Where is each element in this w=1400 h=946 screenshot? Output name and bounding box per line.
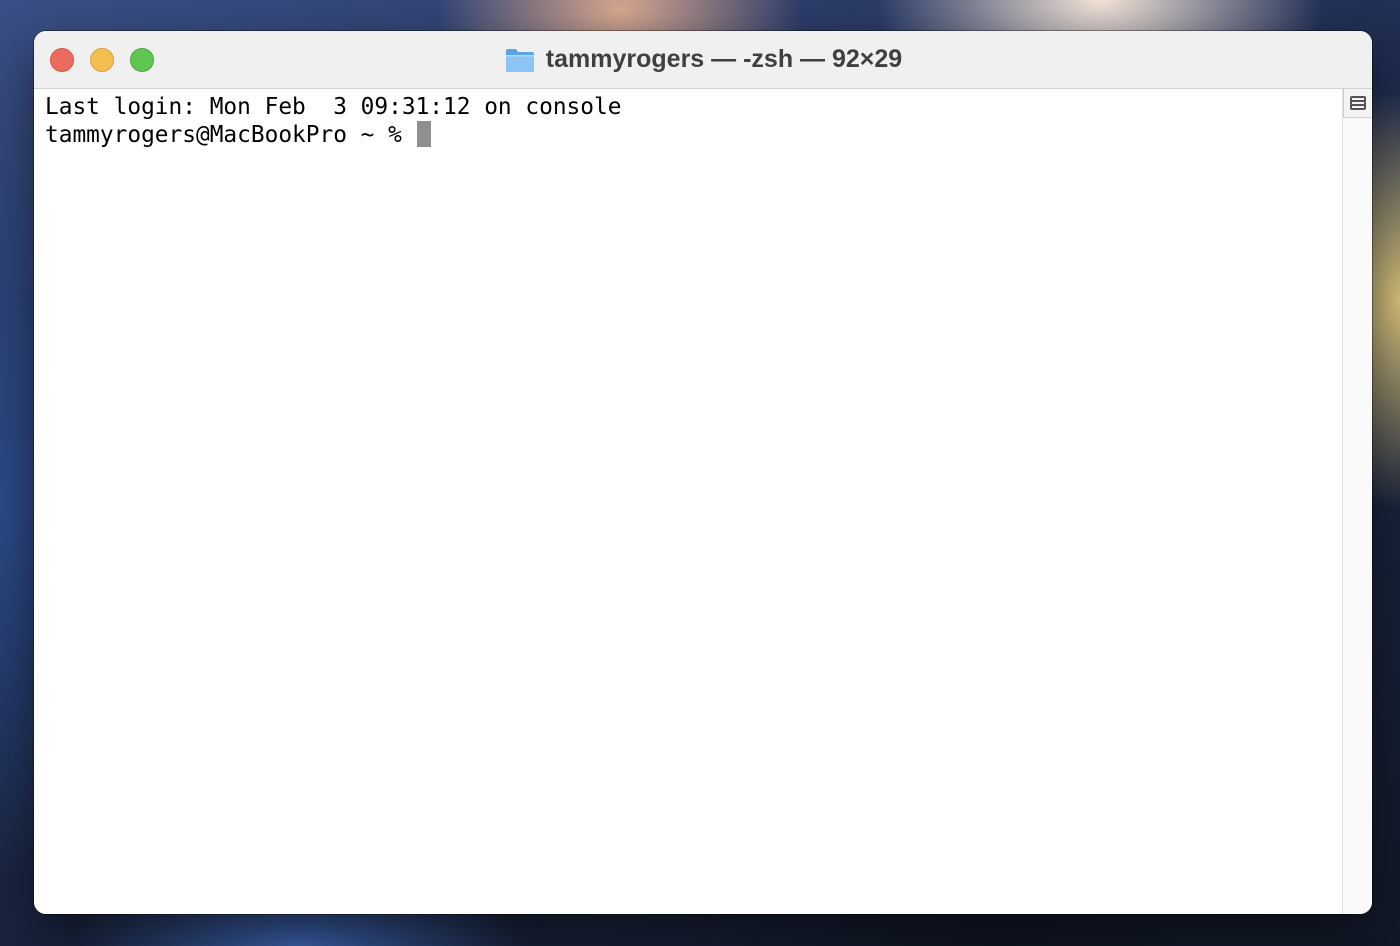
window-title: tammyrogers — -zsh — 92×29 <box>545 45 903 73</box>
split-pane-icon <box>1350 96 1366 110</box>
folder-icon <box>505 48 534 72</box>
window-title-group: tammyrogers — -zsh — 92×29 <box>34 31 1372 88</box>
terminal-window: tammyrogers — -zsh — 92×29 Last login: M… <box>34 31 1372 914</box>
split-pane-button[interactable] <box>1343 89 1372 118</box>
vertical-scrollbar[interactable] <box>1342 89 1372 914</box>
text-cursor <box>416 121 431 147</box>
terminal-line-prompt: tammyrogers@MacBookPro ~ % <box>45 122 416 148</box>
title-bar[interactable]: tammyrogers — -zsh — 92×29 <box>34 31 1372 89</box>
terminal-line-last-login: Last login: Mon Feb 3 09:31:12 on consol… <box>45 94 622 120</box>
terminal-output[interactable]: Last login: Mon Feb 3 09:31:12 on consol… <box>45 93 621 149</box>
terminal-content[interactable]: Last login: Mon Feb 3 09:31:12 on consol… <box>34 89 1342 914</box>
